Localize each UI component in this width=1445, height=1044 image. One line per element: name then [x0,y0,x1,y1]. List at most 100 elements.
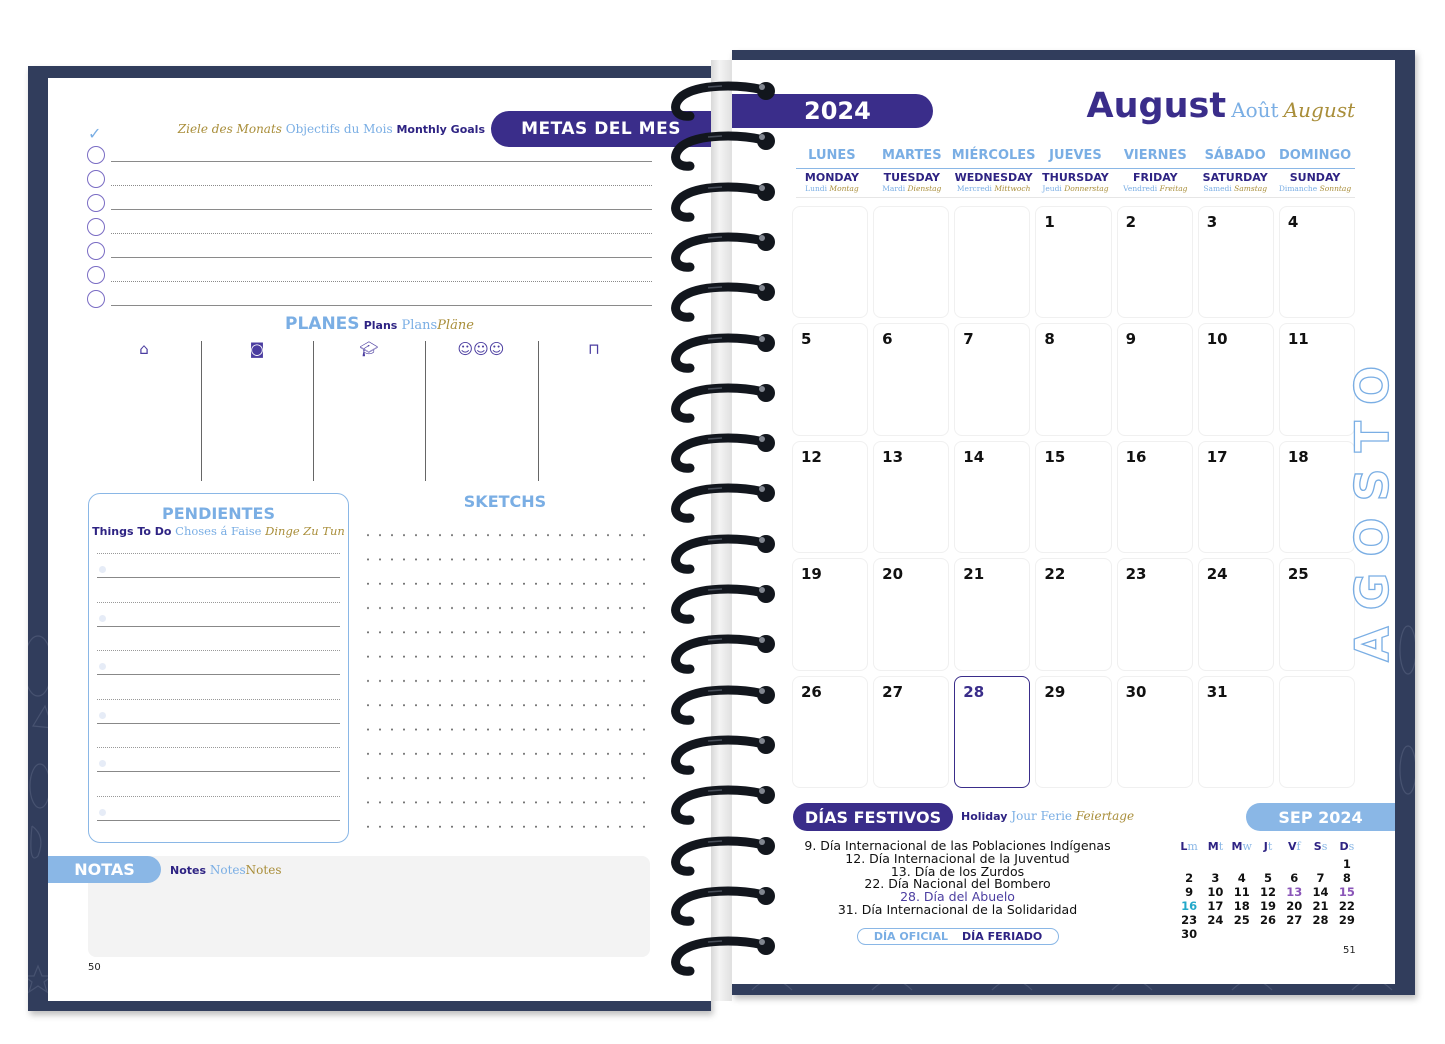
mini-day[interactable]: 23 [1176,913,1202,927]
goal-checkbox[interactable] [87,146,105,164]
day-cell[interactable]: 9 [1116,323,1193,436]
goal-line[interactable] [111,185,652,186]
day-cell[interactable]: 29 [1035,675,1112,788]
mini-day[interactable]: 11 [1229,885,1255,899]
day-cell[interactable]: 21 [954,558,1031,671]
day-cell[interactable]: 13 [873,440,950,554]
pending-line[interactable] [97,722,340,724]
day-cell[interactable]: 16 [1116,440,1193,554]
day-cell[interactable]: 3 [1197,206,1274,319]
empty-day-cell[interactable] [954,206,1031,319]
weekday-label-de: Dienstag [907,184,942,193]
mini-day[interactable]: 21 [1307,899,1333,913]
day-cell[interactable]: 1 [1035,206,1112,319]
mini-weekday-header: Lm [1176,840,1202,853]
goal-checkbox[interactable] [87,266,105,284]
pending-line[interactable] [97,625,340,627]
mini-day[interactable]: 6 [1281,871,1307,885]
day-cell[interactable]: 19 [792,558,869,671]
weekday-label-fr-de: Lundi Montag [792,184,872,193]
mini-day[interactable]: 19 [1255,899,1281,913]
pending-line[interactable] [97,819,340,821]
day-cell[interactable]: 10 [1197,323,1274,436]
plan-column[interactable]: ⌂ [88,340,200,482]
sketch-dot-grid[interactable] [362,523,647,843]
day-cell[interactable]: 24 [1197,558,1274,671]
empty-day-cell[interactable] [1278,675,1355,788]
mini-day[interactable]: 27 [1281,913,1307,927]
mini-day[interactable]: 17 [1202,899,1228,913]
mini-day[interactable]: 9 [1176,885,1202,899]
mini-day[interactable]: 18 [1229,899,1255,913]
day-cell[interactable]: 7 [954,323,1031,436]
mini-day[interactable]: 5 [1255,871,1281,885]
plan-column[interactable]: ☺☺☺ [425,340,537,482]
mini-day[interactable]: 29 [1334,913,1360,927]
weekday-label-es: LUNES [808,148,856,163]
mini-day[interactable]: 30 [1176,927,1202,941]
day-cell[interactable]: 28 [954,675,1031,788]
day-cell[interactable]: 11 [1278,323,1355,436]
empty-day-cell[interactable] [873,206,950,319]
plan-column[interactable]: 🎓︎ [313,340,425,482]
mini-day[interactable]: 25 [1229,913,1255,927]
goal-line[interactable] [111,161,652,162]
mini-day[interactable]: 14 [1307,885,1333,899]
pending-dotted-line [97,795,340,797]
day-cell[interactable]: 23 [1116,558,1193,671]
goal-line[interactable] [111,209,652,210]
plan-column[interactable]: ⊓ [538,340,650,482]
mini-day[interactable]: 13 [1281,885,1307,899]
spiral-ring [671,785,775,825]
mini-day[interactable]: 2 [1176,871,1202,885]
mini-day[interactable]: 28 [1307,913,1333,927]
plan-column[interactable]: ◙ [201,340,313,482]
goal-checkbox[interactable] [87,170,105,188]
mini-day[interactable]: 3 [1202,871,1228,885]
goal-checkbox[interactable] [87,290,105,308]
mini-day[interactable]: 4 [1229,871,1255,885]
mini-day[interactable]: 8 [1334,871,1360,885]
day-cell[interactable]: 12 [792,440,869,554]
pending-line[interactable] [97,771,340,772]
day-cell[interactable]: 4 [1278,206,1355,319]
mini-day[interactable]: 1 [1334,857,1360,871]
day-cell[interactable]: 6 [873,323,950,436]
mini-day[interactable]: 7 [1307,871,1333,885]
day-cell[interactable]: 5 [792,323,869,436]
day-cell[interactable]: 31 [1197,675,1274,788]
goal-line[interactable] [111,305,652,306]
mini-day[interactable]: 20 [1281,899,1307,913]
goal-checkbox[interactable] [87,242,105,260]
pending-line[interactable] [97,577,340,578]
goal-checkbox[interactable] [87,194,105,212]
mini-day[interactable]: 24 [1202,913,1228,927]
empty-day-cell[interactable] [792,206,869,319]
mini-day[interactable]: 22 [1334,899,1360,913]
goal-line[interactable] [111,281,652,282]
day-cell[interactable]: 17 [1197,440,1274,554]
plan-divider [538,341,539,481]
day-cell[interactable]: 27 [873,675,950,788]
day-cell[interactable]: 20 [873,558,950,671]
mini-day[interactable]: 16 [1176,899,1202,913]
goal-checkbox[interactable] [87,218,105,236]
day-cell[interactable]: 2 [1116,206,1193,319]
pending-bullet [99,808,106,816]
day-cell[interactable]: 15 [1035,440,1112,554]
day-cell[interactable]: 14 [954,440,1031,554]
spiral-ring [671,685,775,725]
day-cell[interactable]: 30 [1116,675,1193,788]
pending-line[interactable] [97,674,340,675]
mini-day[interactable]: 26 [1255,913,1281,927]
day-cell[interactable]: 25 [1278,558,1355,671]
mini-day[interactable]: 12 [1255,885,1281,899]
mini-day[interactable]: 15 [1334,885,1360,899]
goal-line[interactable] [111,257,652,258]
day-cell[interactable]: 26 [792,675,869,788]
day-cell[interactable]: 22 [1035,558,1112,671]
day-cell[interactable]: 18 [1278,440,1355,554]
goal-line[interactable] [111,233,652,234]
mini-day[interactable]: 10 [1202,885,1228,899]
day-cell[interactable]: 8 [1035,323,1112,436]
